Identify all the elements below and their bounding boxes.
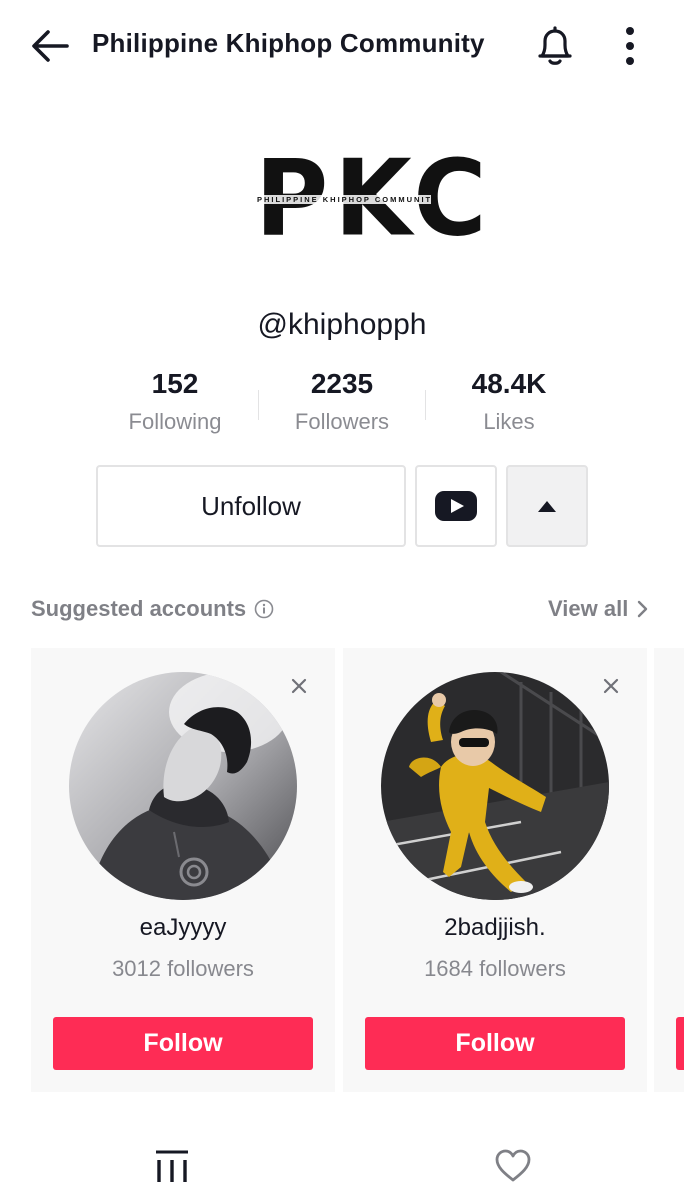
suggested-accounts-title: Suggested accounts	[31, 596, 274, 622]
suggested-account-card-partial[interactable]	[654, 648, 684, 1092]
stat-value: 2235	[310, 368, 374, 399]
stat-label: Likes	[483, 409, 535, 434]
suggested-account-followers: 1684 followers	[424, 956, 566, 981]
more-vertical-icon	[626, 27, 634, 65]
suggested-account-card[interactable]: eaJyyyy 3012 followers Follow	[31, 648, 335, 1092]
heart-icon	[495, 1149, 531, 1182]
suggested-account-name[interactable]: 2badjjish.	[343, 914, 647, 942]
close-icon	[291, 678, 307, 694]
follow-button[interactable]: Follow	[53, 1017, 313, 1070]
videos-grid-icon	[156, 1150, 188, 1182]
youtube-button[interactable]	[415, 465, 497, 547]
close-icon	[603, 678, 619, 694]
suggested-account-followers: 3012 followers	[112, 956, 254, 981]
stat-followers[interactable]: 2235 Followers	[259, 366, 425, 436]
avatar[interactable]	[381, 672, 609, 900]
profile-stats: 152 Following 2235 Followers 48.4K Likes	[92, 366, 592, 446]
suggested-title-text: Suggested accounts	[31, 596, 247, 621]
triangle-up-icon	[538, 501, 556, 512]
tab-videos[interactable]	[154, 1148, 190, 1188]
follow-button[interactable]: Follow	[365, 1017, 625, 1070]
top-bar: Philippine Khiphop Community	[0, 0, 684, 90]
logo-tagline: PHILIPPINE KHIPHOP COMMUNITY	[257, 195, 440, 204]
unfollow-button[interactable]: Unfollow	[96, 465, 406, 547]
youtube-icon	[435, 491, 477, 521]
view-all-link[interactable]: View all	[548, 596, 648, 622]
follow-button-partial[interactable]	[676, 1017, 684, 1070]
stat-label: Followers	[294, 409, 390, 434]
suggested-account-name[interactable]: eaJyyyy	[31, 914, 335, 942]
dismiss-suggestion-button[interactable]	[287, 674, 311, 698]
stat-value: 152	[151, 368, 199, 399]
info-icon[interactable]	[254, 599, 274, 619]
stat-following[interactable]: 152 Following	[92, 366, 258, 436]
suggested-account-card[interactable]: 2badjjish. 1684 followers Follow	[343, 648, 647, 1092]
suggested-toggle-button[interactable]	[506, 465, 588, 547]
more-options-button[interactable]	[610, 24, 650, 68]
tab-liked[interactable]	[494, 1148, 532, 1188]
back-button[interactable]	[30, 26, 70, 66]
profile-logo: PKC PHILIPPINE KHIPHOP COMMUNITY	[247, 137, 487, 260]
bell-icon	[538, 26, 572, 65]
stat-likes: 48.4K Likes	[426, 366, 592, 436]
notifications-button[interactable]	[533, 24, 577, 68]
avatar[interactable]	[69, 672, 297, 900]
page-title: Philippine Khiphop Community	[92, 28, 485, 58]
stat-value: 48.4K	[471, 368, 547, 399]
stat-label: Following	[128, 409, 222, 434]
arrow-left-icon	[32, 30, 69, 62]
dismiss-suggestion-button[interactable]	[599, 674, 623, 698]
profile-username: @khiphopph	[257, 308, 427, 341]
view-all-text: View all	[548, 596, 629, 621]
chevron-right-icon	[638, 600, 648, 618]
